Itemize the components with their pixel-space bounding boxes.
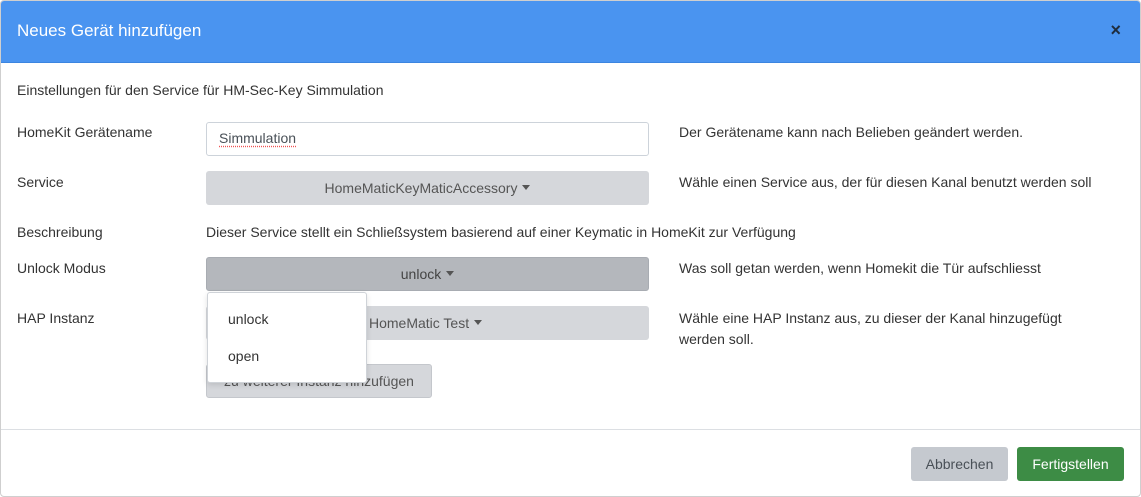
finish-button[interactable]: Fertigstellen xyxy=(1017,447,1124,481)
hap-label: HAP Instanz xyxy=(17,310,95,326)
footer-divider xyxy=(1,429,1140,430)
description-label: Beschreibung xyxy=(17,224,103,240)
close-icon[interactable]: × xyxy=(1110,21,1121,39)
unlock-label: Unlock Modus xyxy=(17,260,106,276)
modal-header: Neues Gerät hinzufügen × xyxy=(1,1,1140,63)
caret-down-icon xyxy=(446,271,455,276)
unlock-select-value: unlock xyxy=(400,266,442,282)
add-device-modal: Neues Gerät hinzufügen × Einstellungen f… xyxy=(0,0,1141,497)
hap-select-value: HomeMatic Test xyxy=(369,315,470,331)
intro-text: Einstellungen für den Service für HM-Sec… xyxy=(17,82,384,98)
name-input-value[interactable]: Simmulation xyxy=(219,130,296,146)
service-select-value: HomeMaticKeyMaticAccessory xyxy=(324,180,518,196)
description-text: Dieser Service stellt ein Schließsystem … xyxy=(206,224,796,240)
dropdown-item-open[interactable]: open xyxy=(228,348,259,364)
service-help: Wähle einen Service aus, der für diesen … xyxy=(679,174,1092,190)
dropdown-item-unlock[interactable]: unlock xyxy=(228,311,268,327)
caret-down-icon xyxy=(522,185,531,190)
modal-title: Neues Gerät hinzufügen xyxy=(17,21,202,40)
unlock-mode-select[interactable]: unlock xyxy=(206,257,649,291)
caret-down-icon xyxy=(474,320,483,325)
unlock-help: Was soll getan werden, wenn Homekit die … xyxy=(679,260,1041,276)
service-select[interactable]: HomeMaticKeyMaticAccessory xyxy=(206,171,649,205)
unlock-mode-dropdown: unlock open xyxy=(207,292,367,383)
hap-help-line2: werden soll. xyxy=(679,331,754,347)
cancel-button[interactable]: Abbrechen xyxy=(911,447,1008,481)
name-input[interactable]: Simmulation xyxy=(206,122,649,156)
name-label: HomeKit Gerätename xyxy=(17,124,153,140)
service-label: Service xyxy=(17,174,64,190)
name-help: Der Gerätename kann nach Belieben geände… xyxy=(679,124,1023,140)
hap-help-line1: Wähle eine HAP Instanz aus, zu dieser de… xyxy=(679,310,1062,326)
